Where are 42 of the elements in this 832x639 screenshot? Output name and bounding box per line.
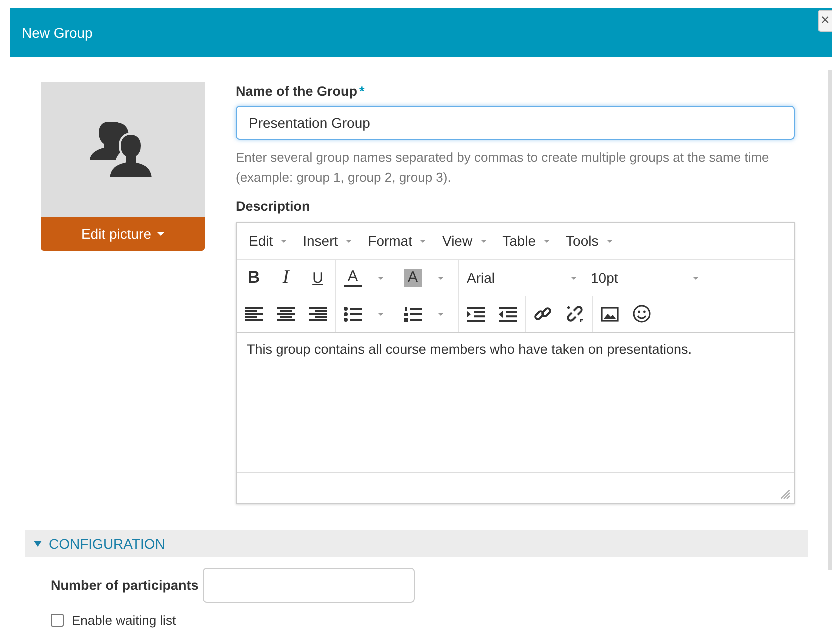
field-label: Number of participants [51,578,199,593]
field-label: Description [236,199,310,214]
numbered-list-icon[interactable] [404,306,422,322]
editor-menu[interactable]: View [436,233,493,249]
help-text: Enter several group names separated by commas to create multiple groups at the same time (example: group 1, group 2, group 3). [236,149,770,187]
dialog-title: New Group [22,24,93,40]
close-button[interactable]: × [818,10,832,32]
checkbox-label: Enable waiting list [72,613,176,628]
format-button[interactable]: I [277,267,295,289]
font-select[interactable]: Arial [467,270,577,286]
editor-content[interactable]: This group contains all course members who have taken on presentations. [237,332,794,472]
group-name-field[interactable]: Presentation Group [236,106,795,140]
format-button[interactable]: B [245,268,263,288]
indent-icon[interactable] [467,306,485,322]
editor-menu[interactable]: Insert [297,233,358,249]
align-right-icon[interactable] [309,307,327,321]
color-button[interactable]: A [404,269,422,287]
unlink-icon[interactable] [566,305,584,323]
link-icon[interactable] [534,305,552,323]
align-center-icon[interactable] [277,307,295,321]
size-select[interactable]: 10pt [591,270,699,286]
editor-menu[interactable]: Table [496,233,556,249]
outdent-icon[interactable] [499,306,517,322]
format-button[interactable]: U [309,270,327,286]
image-icon[interactable] [601,306,619,322]
participants-field[interactable] [202,568,415,603]
align-left-icon[interactable] [245,307,263,321]
edit-picture-button[interactable]: Edit picture [41,217,205,251]
editor-menu[interactable]: Tools [560,233,619,249]
editor-menu[interactable]: Format [362,233,432,249]
field-label: Name of the Group [236,84,358,99]
required-mark: * [360,84,365,99]
emoji-icon[interactable] [633,305,651,323]
color-button[interactable]: A [344,269,362,287]
caret-icon [156,232,165,236]
description-text: This group contains all course members who have taken on presentations. [247,342,693,357]
resize-handle-icon[interactable] [781,490,790,499]
bullet-list-icon[interactable] [344,306,362,322]
scrollbar[interactable] [828,70,832,570]
checkbox[interactable] [51,614,64,627]
configuration-section-header[interactable]: CONFIGURATION [25,530,808,557]
editor-menu[interactable]: Edit [243,233,294,249]
